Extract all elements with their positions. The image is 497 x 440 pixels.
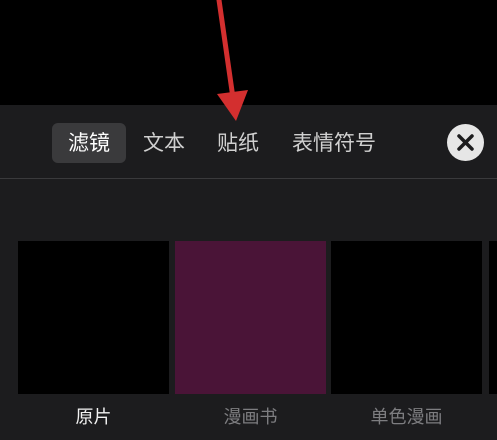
editor-screen: 滤镜 文本 贴纸 表情符号 原片 漫画书 单色漫画	[0, 0, 497, 440]
annotation-arrow-icon	[216, 0, 248, 121]
